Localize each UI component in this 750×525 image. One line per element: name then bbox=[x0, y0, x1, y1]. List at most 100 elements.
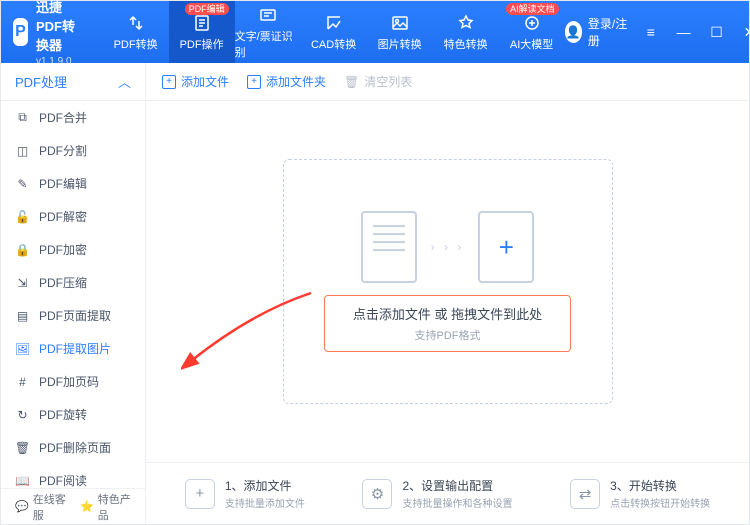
sidebar-item-label: PDF分割 bbox=[39, 142, 87, 159]
sidebar-item-label: PDF阅读 bbox=[39, 472, 87, 488]
sidebar-item-extract-image[interactable]: 🖼PDF提取图片 bbox=[1, 332, 145, 365]
extract-image-icon: 🖼 bbox=[15, 341, 30, 356]
tab-ai[interactable]: AI解读文档 AI大模型 bbox=[499, 1, 565, 63]
chevron-up-icon: ︿ bbox=[118, 72, 131, 91]
compress-icon: ⇲ bbox=[15, 275, 30, 290]
sidebar-title: PDF处理 bbox=[15, 72, 67, 91]
sidebar-item-label: PDF删除页面 bbox=[39, 439, 111, 456]
avatar-icon: 👤 bbox=[565, 21, 582, 43]
sidebar-item-label: PDF加密 bbox=[39, 241, 87, 258]
merge-icon: ⧉ bbox=[15, 110, 30, 125]
sidebar-item-edit[interactable]: ✎ PDF编辑 bbox=[1, 167, 145, 200]
sidebar-item-encrypt[interactable]: 🔒 PDF加密 bbox=[1, 233, 145, 266]
convert-icon: ⇄ bbox=[570, 479, 600, 509]
top-nav: PDF转换 PDF编辑 PDF操作 文字/票证识别 CAD转换 图片转换 bbox=[103, 1, 565, 63]
sidebar-item-page-number[interactable]: #PDF加页码 bbox=[1, 365, 145, 398]
tab-label: PDF操作 bbox=[180, 36, 224, 52]
step-3: ⇄ 3、开始转换 点击转换按钮开始转换 bbox=[570, 477, 710, 510]
drop-main-text: 点击添加文件 或 拖拽文件到此处 bbox=[353, 304, 542, 323]
badge-ai: AI解读文档 bbox=[506, 3, 559, 15]
app-version: v1.1.9.0 bbox=[36, 56, 85, 67]
sidebar-item-merge[interactable]: ⧉ PDF合并 bbox=[1, 101, 145, 134]
add-box-icon: + bbox=[478, 211, 534, 283]
gear-icon: ⚙ bbox=[362, 479, 392, 509]
sidebar-item-label: PDF页面提取 bbox=[39, 307, 111, 324]
step-add-icon: + bbox=[185, 479, 215, 509]
tab-label: 文字/票证识别 bbox=[235, 28, 301, 60]
unlock-icon: 🔓 bbox=[15, 209, 30, 224]
logo-icon: P bbox=[13, 18, 28, 46]
maximize-button[interactable]: ☐ bbox=[706, 19, 727, 45]
drop-text-highlight: 点击添加文件 或 拖拽文件到此处 支持PDF格式 bbox=[324, 295, 571, 352]
featured-link[interactable]: ⭐ 特色产品 bbox=[80, 491, 131, 523]
login-label: 登录/注册 bbox=[588, 15, 628, 49]
add-folder-label: 添加文件夹 bbox=[266, 73, 326, 90]
badge-edit: PDF编辑 bbox=[185, 3, 229, 15]
tab-label: AI大模型 bbox=[510, 36, 553, 52]
sidebar-item-label: PDF解密 bbox=[39, 208, 87, 225]
convert-icon bbox=[126, 13, 146, 33]
ai-icon bbox=[522, 13, 542, 33]
star-icon bbox=[456, 13, 476, 33]
titlebar: P 迅捷PDF转换器 v1.1.9.0 PDF转换 PDF编辑 PDF操作 文字… bbox=[1, 1, 749, 63]
sidebar: PDF处理 ︿ ⧉ PDF合并 ◫ PDF分割 ✎ PDF编辑 🔓 PDF解密 🔒 PDF… bbox=[1, 63, 146, 524]
tab-special[interactable]: 特色转换 bbox=[433, 1, 499, 63]
menu-button[interactable]: ≡ bbox=[640, 19, 661, 45]
tab-label: 特色转换 bbox=[444, 36, 488, 52]
trash-icon: 🗑 bbox=[344, 75, 359, 89]
sidebar-item-compress[interactable]: ⇲ PDF压缩 bbox=[1, 266, 145, 299]
sidebar-item-label: PDF压缩 bbox=[39, 274, 87, 291]
tab-label: PDF转换 bbox=[114, 36, 158, 52]
drop-zone[interactable]: › › › + 点击添加文件 或 拖拽文件到此处 支持PDF格式 bbox=[283, 159, 613, 404]
sidebar-item-extract-page[interactable]: ▤PDF页面提取 bbox=[1, 299, 145, 332]
rotate-icon: ↻ bbox=[15, 407, 30, 422]
app-logo: P 迅捷PDF转换器 v1.1.9.0 bbox=[13, 0, 85, 67]
step-1: + 1、添加文件 支持批量添加文件 bbox=[185, 477, 305, 510]
image-icon bbox=[390, 13, 410, 33]
add-folder-button[interactable]: + 添加文件夹 bbox=[247, 73, 326, 90]
drop-area: › › › + 点击添加文件 或 拖拽文件到此处 支持PDF格式 bbox=[146, 101, 749, 462]
support-link[interactable]: 💬 在线客服 bbox=[15, 491, 66, 523]
folder-plus-icon: + bbox=[247, 75, 261, 89]
sidebar-item-delete-page[interactable]: 🗑 PDF删除页面 bbox=[1, 431, 145, 464]
ocr-icon bbox=[258, 5, 278, 25]
sidebar-item-decrypt[interactable]: 🔓 PDF解密 bbox=[1, 200, 145, 233]
drop-sub-text: 支持PDF格式 bbox=[353, 327, 542, 343]
tab-pdf-convert[interactable]: PDF转换 bbox=[103, 1, 169, 63]
toolbar: + 添加文件 + 添加文件夹 🗑清空列表 bbox=[146, 63, 749, 101]
tab-ocr[interactable]: 文字/票证识别 bbox=[235, 1, 301, 63]
document-icon bbox=[361, 211, 417, 283]
sidebar-item-read[interactable]: 📖PDF阅读 bbox=[1, 464, 145, 488]
sidebar-item-split[interactable]: ◫ PDF分割 bbox=[1, 134, 145, 167]
tab-label: 图片转换 bbox=[378, 36, 422, 52]
clear-list-button[interactable]: 🗑清空列表 bbox=[344, 73, 412, 90]
tab-pdf-operate[interactable]: PDF编辑 PDF操作 bbox=[169, 1, 235, 63]
login-button[interactable]: 👤 登录/注册 bbox=[565, 15, 629, 49]
operate-icon bbox=[192, 13, 212, 33]
tab-image[interactable]: 图片转换 bbox=[367, 1, 433, 63]
sidebar-item-label: PDF旋转 bbox=[39, 406, 87, 423]
sidebar-item-rotate[interactable]: ↻ PDF旋转 bbox=[1, 398, 145, 431]
delete-icon: 🗑 bbox=[15, 440, 30, 455]
minimize-button[interactable]: — bbox=[673, 19, 694, 45]
tab-cad[interactable]: CAD转换 bbox=[301, 1, 367, 63]
plus-icon: + bbox=[162, 75, 176, 89]
drop-illustration: › › › + bbox=[361, 211, 535, 283]
steps-bar: + 1、添加文件 支持批量添加文件 ⚙ 2、设置输出配置 支持批量操作和各种设置… bbox=[146, 462, 749, 524]
cad-icon bbox=[324, 13, 344, 33]
add-file-button[interactable]: + 添加文件 bbox=[162, 73, 229, 90]
sidebar-list: ⧉ PDF合并 ◫ PDF分割 ✎ PDF编辑 🔓 PDF解密 🔒 PDF加密 ⇲ PDF压… bbox=[1, 101, 145, 488]
app-name: 迅捷PDF转换器 bbox=[36, 0, 85, 54]
lock-icon: 🔒 bbox=[15, 242, 30, 257]
sidebar-footer: 💬 在线客服 ⭐ 特色产品 bbox=[1, 488, 145, 524]
arrow-dots-icon: › › › bbox=[431, 240, 465, 254]
split-icon: ◫ bbox=[15, 143, 30, 158]
sidebar-item-label: PDF合并 bbox=[39, 109, 87, 126]
edit-icon: ✎ bbox=[15, 176, 30, 191]
add-file-label: 添加文件 bbox=[181, 73, 229, 90]
close-button[interactable]: ✕ bbox=[739, 19, 750, 45]
step-2: ⚙ 2、设置输出配置 支持批量操作和各种设置 bbox=[362, 477, 512, 510]
sidebar-header[interactable]: PDF处理 ︿ bbox=[1, 63, 145, 101]
sidebar-item-label: PDF加页码 bbox=[39, 373, 99, 390]
sidebar-item-label: PDF编辑 bbox=[39, 175, 87, 192]
